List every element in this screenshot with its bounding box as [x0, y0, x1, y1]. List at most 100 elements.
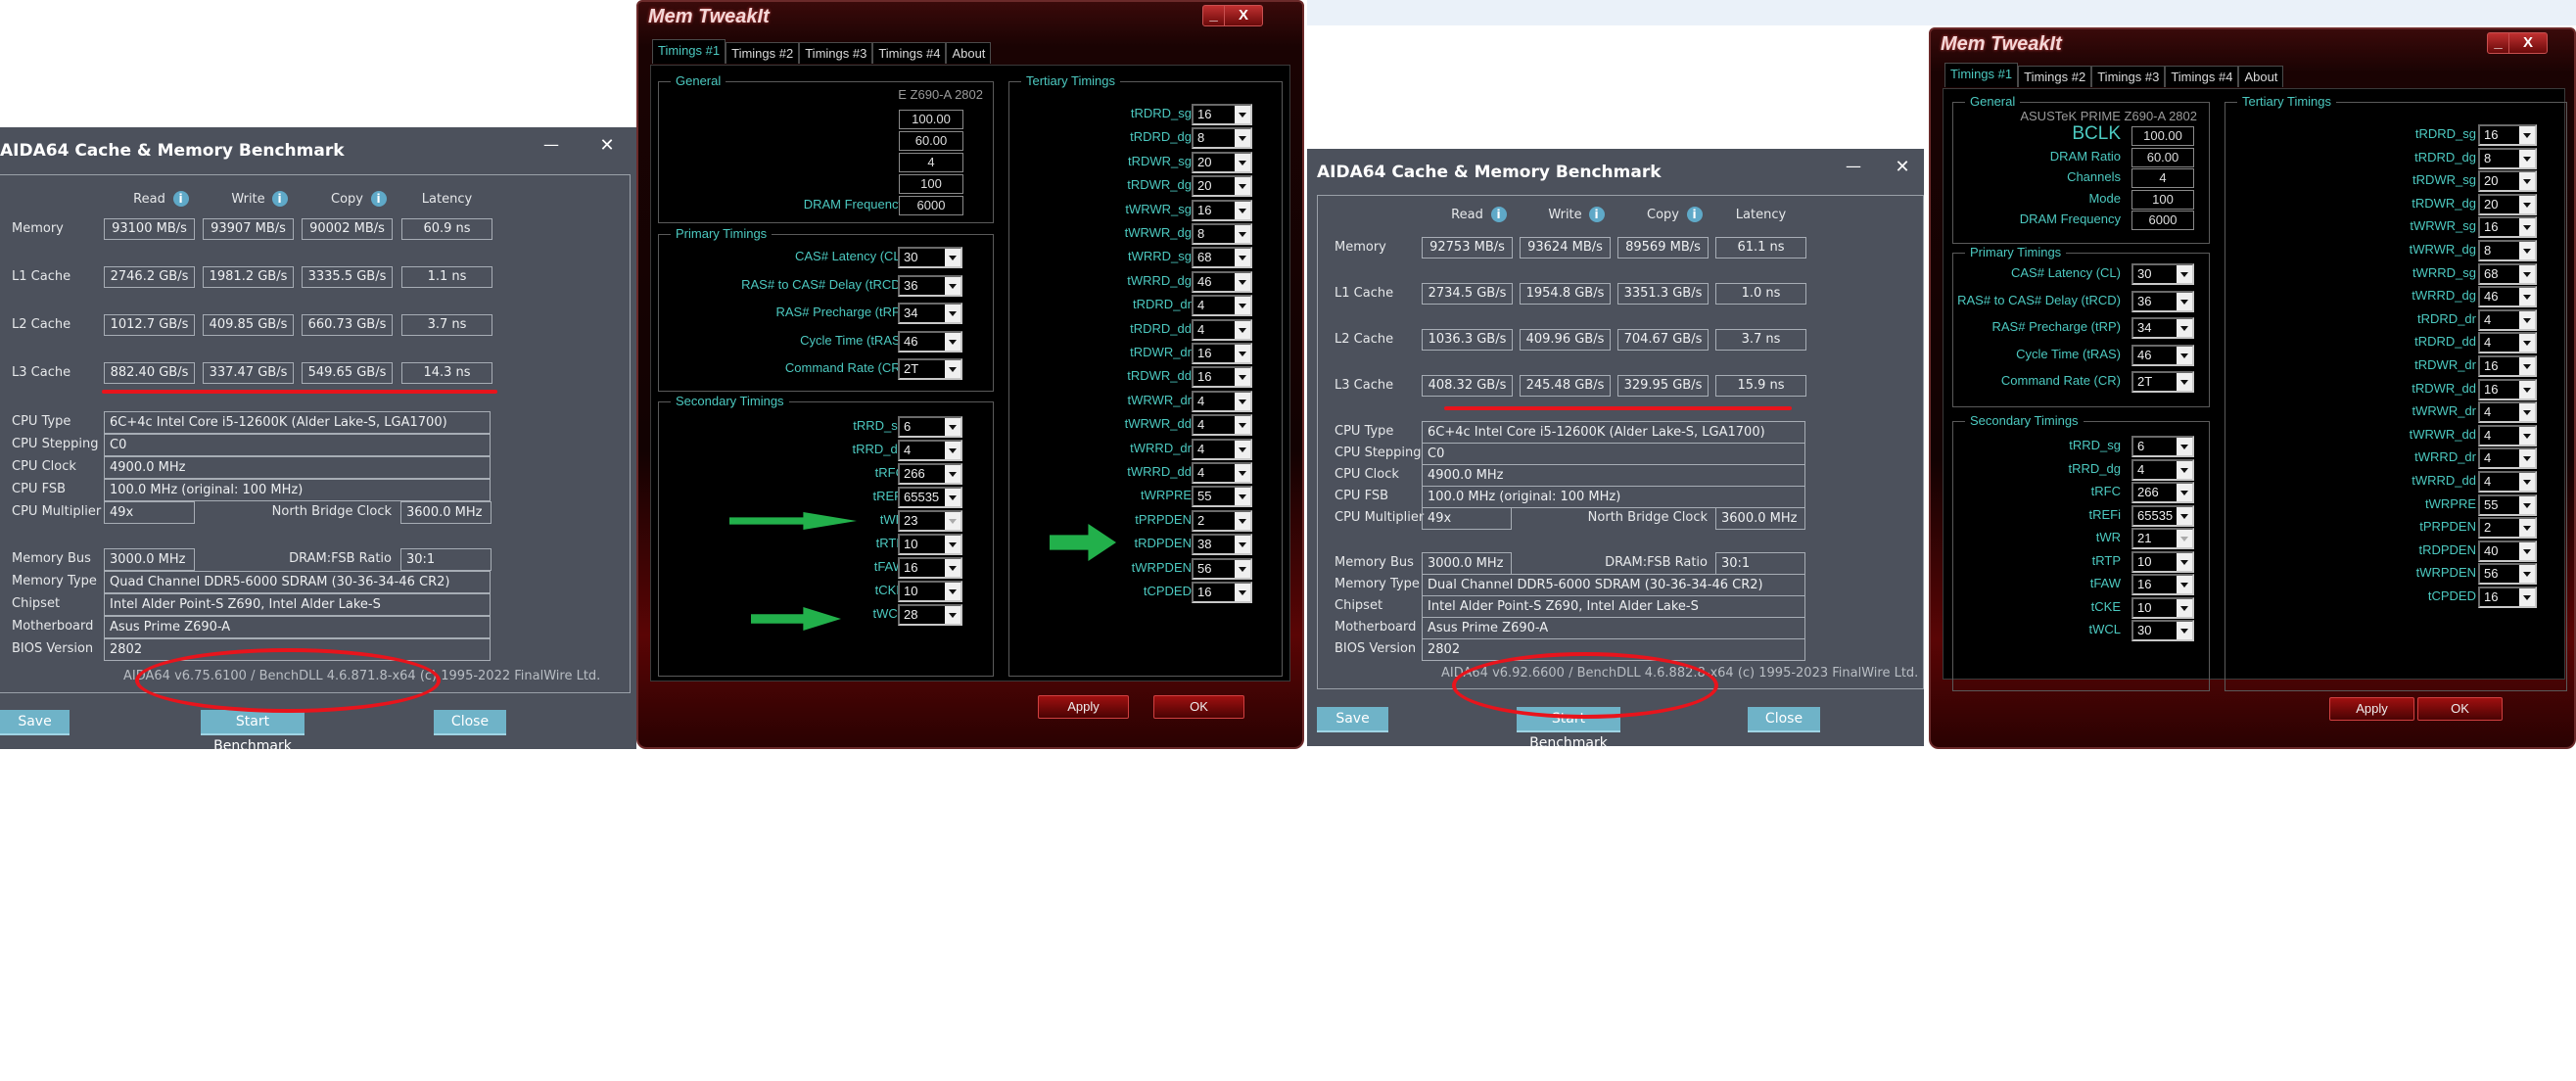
chevron-down-icon[interactable]	[945, 512, 960, 530]
chevron-down-icon[interactable]	[2177, 576, 2192, 593]
timing-dropdown[interactable]: 16	[1192, 199, 1252, 221]
chevron-down-icon[interactable]	[1235, 416, 1250, 435]
minimize-button[interactable]: —	[541, 135, 561, 155]
timing-dropdown[interactable]: 30	[2131, 620, 2194, 641]
timing-dropdown[interactable]: 65535	[898, 487, 962, 508]
timing-dropdown[interactable]: 56	[2478, 563, 2537, 586]
chevron-down-icon[interactable]	[1235, 536, 1250, 554]
chevron-down-icon[interactable]	[1235, 177, 1250, 196]
chevron-down-icon[interactable]	[2519, 149, 2535, 167]
chevron-down-icon[interactable]	[2177, 460, 2192, 479]
timing-dropdown[interactable]: 20	[2478, 170, 2537, 193]
chevron-down-icon[interactable]	[1235, 584, 1250, 601]
chevron-down-icon[interactable]	[1235, 511, 1250, 530]
tab-timings-4[interactable]: Timings #4	[872, 42, 947, 64]
tab-about[interactable]: About	[2238, 66, 2284, 87]
timing-dropdown[interactable]: 2	[2478, 517, 2537, 540]
timing-dropdown[interactable]: 46	[2478, 286, 2537, 308]
timing-dropdown[interactable]: 4	[1192, 438, 1252, 460]
timing-dropdown[interactable]: 28	[898, 604, 962, 626]
tab-timings-4[interactable]: Timings #4	[2165, 66, 2239, 87]
chevron-down-icon[interactable]	[2177, 598, 2192, 617]
chevron-down-icon[interactable]	[2519, 473, 2535, 491]
chevron-down-icon[interactable]	[2519, 403, 2535, 422]
tab-timings-3[interactable]: Timings #3	[799, 42, 873, 64]
timing-dropdown[interactable]: 10	[898, 581, 962, 602]
timing-dropdown[interactable]: 4	[2478, 471, 2537, 493]
timing-dropdown[interactable]: 4	[1192, 414, 1252, 437]
chevron-down-icon[interactable]	[1235, 153, 1250, 171]
chevron-down-icon[interactable]	[2177, 484, 2192, 501]
chevron-down-icon[interactable]	[2177, 292, 2192, 310]
timing-dropdown[interactable]: 65535	[2131, 504, 2194, 527]
timing-dropdown[interactable]: 16	[1192, 582, 1252, 603]
chevron-down-icon[interactable]	[945, 276, 960, 295]
timing-dropdown[interactable]: 30	[898, 247, 962, 268]
timing-dropdown[interactable]: 34	[2131, 317, 2194, 339]
chevron-down-icon[interactable]	[2519, 588, 2535, 606]
chevron-down-icon[interactable]	[1235, 392, 1250, 410]
chevron-down-icon[interactable]	[2519, 218, 2535, 237]
save-button[interactable]: Save	[0, 710, 70, 735]
close-button[interactable]: X	[2509, 33, 2547, 53]
chevron-down-icon[interactable]	[1235, 297, 1250, 315]
chevron-down-icon[interactable]	[2519, 288, 2535, 306]
timing-dropdown[interactable]: 16	[2478, 378, 2537, 400]
chevron-down-icon[interactable]	[945, 418, 960, 436]
chevron-down-icon[interactable]	[2177, 552, 2192, 571]
timing-dropdown[interactable]: 10	[2131, 550, 2194, 573]
timing-dropdown[interactable]: 16	[1192, 366, 1252, 389]
chevron-down-icon[interactable]	[1235, 559, 1250, 578]
chevron-down-icon[interactable]	[2519, 310, 2535, 329]
chevron-down-icon[interactable]	[945, 606, 960, 624]
chevron-down-icon[interactable]	[1235, 345, 1250, 362]
apply-button[interactable]: Apply	[2329, 697, 2414, 721]
timing-dropdown[interactable]: 55	[1192, 486, 1252, 508]
chevron-down-icon[interactable]	[945, 583, 960, 600]
minimize-button[interactable]: _	[2488, 33, 2509, 53]
timing-dropdown[interactable]: 16	[2478, 124, 2537, 146]
info-icon[interactable]: i	[271, 191, 288, 207]
timing-dropdown[interactable]: 36	[898, 274, 962, 297]
timing-dropdown[interactable]: 6	[2131, 436, 2194, 457]
chevron-down-icon[interactable]	[1235, 440, 1250, 458]
timing-dropdown[interactable]: 4	[1192, 390, 1252, 412]
chevron-down-icon[interactable]	[1235, 106, 1250, 123]
timing-dropdown[interactable]: 21	[2131, 528, 2194, 549]
info-icon[interactable]: i	[1588, 207, 1605, 222]
timing-dropdown[interactable]: 40	[2478, 540, 2537, 562]
timing-dropdown[interactable]: 4	[2478, 332, 2537, 354]
chevron-down-icon[interactable]	[945, 332, 960, 351]
close-window-icon[interactable]: ✕	[1893, 157, 1912, 177]
chevron-down-icon[interactable]	[2177, 622, 2192, 639]
ok-button[interactable]: OK	[1153, 695, 1244, 719]
chevron-down-icon[interactable]	[2177, 346, 2192, 364]
save-button[interactable]: Save	[1317, 707, 1388, 732]
timing-dropdown[interactable]: 4	[2131, 458, 2194, 481]
timing-dropdown[interactable]: 20	[1192, 175, 1252, 198]
chevron-down-icon[interactable]	[2519, 565, 2535, 584]
tab-timings-2[interactable]: Timings #2	[726, 42, 800, 64]
tab-timings-1[interactable]: Timings #1	[1944, 63, 2019, 87]
timing-dropdown[interactable]: 10	[2131, 596, 2194, 619]
chevron-down-icon[interactable]	[1235, 129, 1250, 148]
timing-dropdown[interactable]: 20	[2478, 193, 2537, 215]
info-icon[interactable]: i	[370, 191, 387, 207]
timing-dropdown[interactable]: 16	[2478, 587, 2537, 608]
apply-button[interactable]: Apply	[1038, 695, 1129, 719]
chevron-down-icon[interactable]	[2519, 426, 2535, 445]
minimize-button[interactable]: _	[1203, 6, 1225, 25]
chevron-down-icon[interactable]	[2177, 373, 2192, 391]
timing-dropdown[interactable]: 68	[1192, 247, 1252, 269]
chevron-down-icon[interactable]	[2519, 449, 2535, 468]
chevron-down-icon[interactable]	[2519, 519, 2535, 538]
timing-dropdown[interactable]: 68	[2478, 262, 2537, 285]
info-icon[interactable]: i	[1686, 207, 1703, 222]
close-button[interactable]: Close	[1748, 707, 1820, 732]
chevron-down-icon[interactable]	[2177, 506, 2192, 525]
info-icon[interactable]: i	[172, 191, 189, 207]
timing-dropdown[interactable]: 16	[898, 557, 962, 579]
chevron-down-icon[interactable]	[2519, 172, 2535, 191]
timing-dropdown[interactable]: 8	[2478, 147, 2537, 169]
chevron-down-icon[interactable]	[2177, 530, 2192, 547]
